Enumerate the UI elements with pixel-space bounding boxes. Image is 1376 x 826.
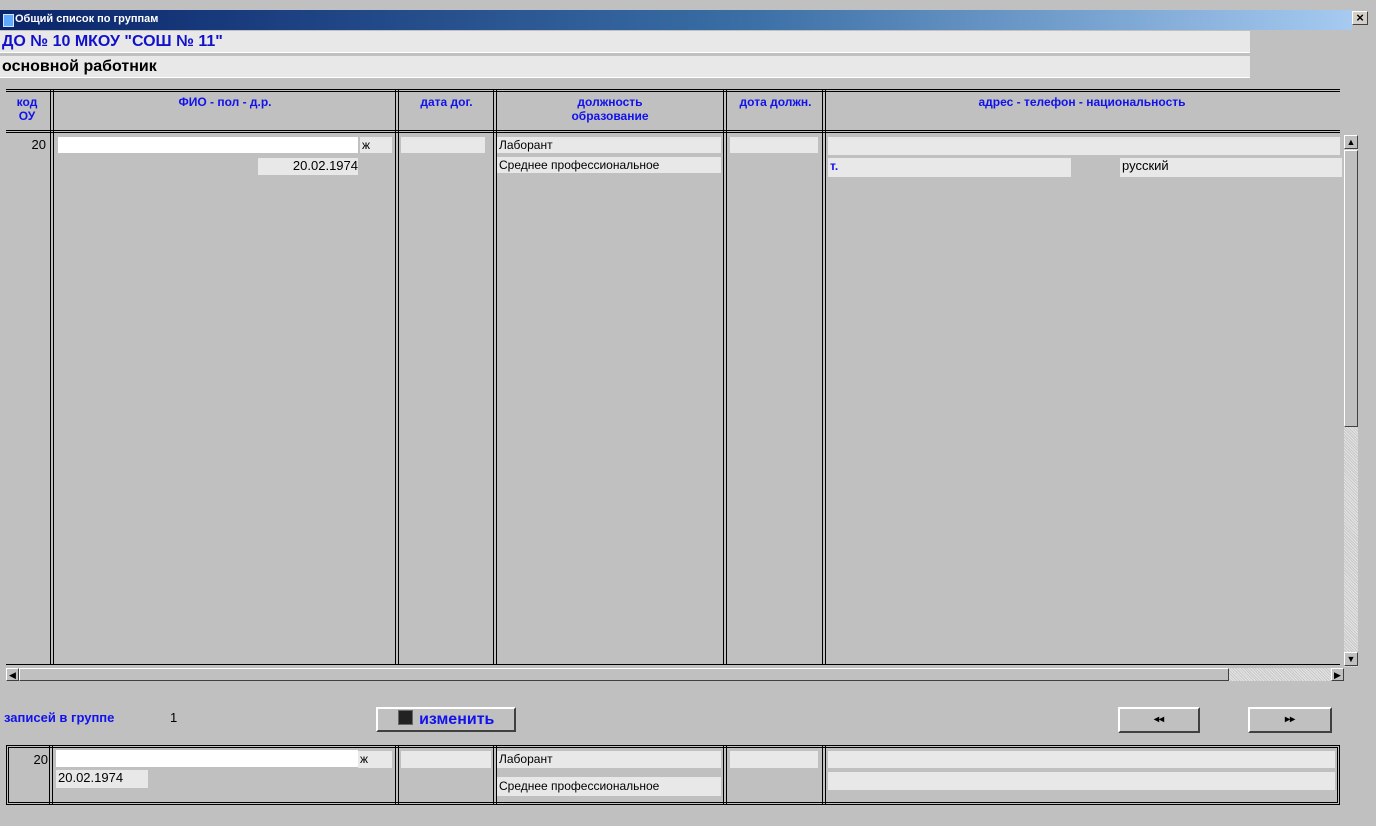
vertical-scrollbar-thumb[interactable] [1344, 150, 1358, 427]
list-bottom-rule [6, 664, 1340, 665]
preview-birth-date[interactable]: 20.02.1974 [56, 770, 148, 788]
preview-code: 20 [33, 752, 48, 767]
edit-button[interactable]: изменить [376, 707, 516, 732]
records-count-value: 1 [170, 710, 178, 725]
col-sep-1 [50, 89, 54, 665]
horizontal-scrollbar-thumb[interactable] [19, 668, 1229, 681]
preview-gender[interactable]: ж [358, 751, 392, 768]
col-sep-2 [395, 89, 399, 665]
col-header-position: должность образование [571, 95, 649, 123]
row-phone[interactable]: т. [828, 158, 1071, 177]
preview-contract-date[interactable] [401, 751, 491, 768]
preview-sep-5 [822, 745, 826, 805]
preview-fio-redacted[interactable] [56, 750, 358, 767]
form-icon [3, 14, 14, 27]
header-bottom-rule-2 [6, 132, 1340, 133]
scroll-up-arrow-icon[interactable]: ▲ [1344, 135, 1358, 149]
preview-position-date[interactable] [730, 751, 818, 768]
window-title-bar[interactable]: Общий список по группам [0, 10, 1352, 30]
row-address[interactable] [828, 137, 1340, 155]
close-button[interactable]: × [1352, 11, 1368, 25]
row-fio-redacted[interactable] [58, 137, 358, 153]
preview-education[interactable]: Среднее профессиональное [497, 777, 721, 796]
preview-sep-4 [723, 745, 727, 805]
header-top-rule-2 [6, 91, 1340, 92]
col-header-code: код ОУ [16, 95, 38, 123]
col-header-fio: ФИО - пол - д.р. [178, 95, 272, 109]
scroll-down-arrow-icon[interactable]: ▼ [1344, 652, 1358, 666]
row-education[interactable]: Среднее профессиональное [497, 157, 721, 173]
org-name: ДО № 10 МКОУ "СОШ № 11" [0, 31, 1250, 53]
col-sep-3 [493, 89, 497, 665]
window-title: Общий список по группам [15, 13, 159, 25]
col-sep-5 [822, 89, 826, 665]
row-code: 20 [31, 137, 46, 152]
fast-forward-icon: ▸▸ [1284, 714, 1296, 725]
row-position[interactable]: Лаборант [497, 137, 721, 153]
records-count-label: записей в группе [4, 710, 115, 725]
col-sep-4 [723, 89, 727, 665]
scroll-right-arrow-icon[interactable]: ▶ [1331, 668, 1344, 681]
prev-record-button[interactable]: ◂◂ [1118, 707, 1200, 733]
preview-sep-2 [395, 745, 399, 805]
col-header-contract-date: дата дог. [420, 95, 473, 109]
preview-phone-nationality[interactable] [828, 772, 1335, 790]
row-position-date[interactable] [730, 137, 818, 153]
row-birth-date[interactable]: 20.02.1974 [258, 158, 358, 175]
row-nationality[interactable]: русский [1120, 158, 1342, 177]
preview-sep-1 [49, 745, 53, 805]
row-gender[interactable]: ж [360, 137, 392, 153]
row-contract-date[interactable] [401, 137, 485, 153]
rewind-icon: ◂◂ [1153, 714, 1165, 725]
col-header-position-date: дота должн. [739, 95, 812, 109]
col-header-address: адрес - телефон - национальность [978, 95, 1186, 109]
next-record-button[interactable]: ▸▸ [1248, 707, 1332, 733]
scroll-left-arrow-icon[interactable]: ◀ [6, 668, 19, 681]
edit-form-icon [397, 710, 413, 725]
header-bottom-rule [6, 130, 1340, 131]
preview-address[interactable] [828, 751, 1335, 768]
group-category: основной работник [0, 56, 1250, 78]
edit-button-label: изменить [419, 711, 495, 728]
header-top-rule [6, 89, 1340, 90]
preview-position[interactable]: Лаборант [497, 751, 721, 768]
